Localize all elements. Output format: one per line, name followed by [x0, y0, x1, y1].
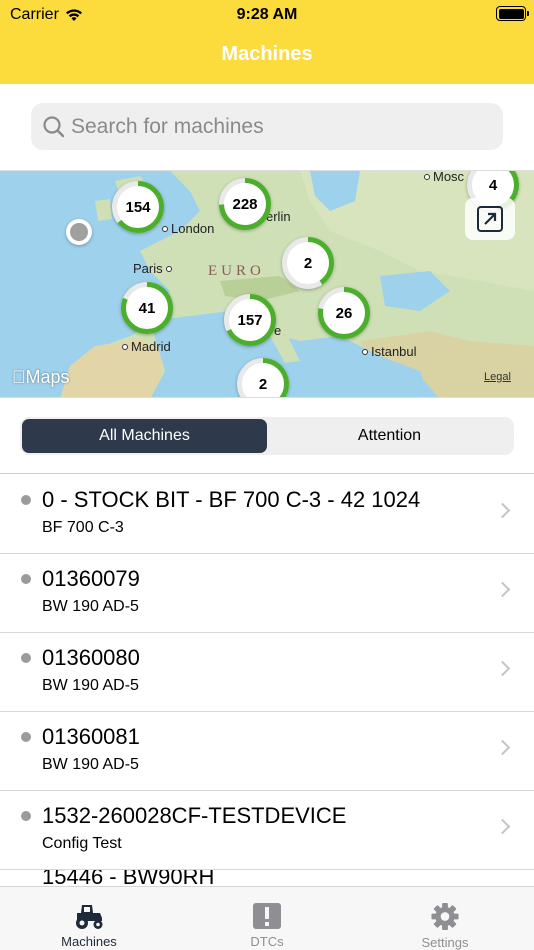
segment-attention[interactable]: Attention: [267, 419, 512, 453]
map-region-label: EURO: [208, 263, 265, 279]
city-london: London: [162, 221, 214, 236]
machine-model: BW 190 AD-5: [42, 756, 139, 773]
cluster-count: 157: [237, 311, 263, 329]
search-section: [0, 84, 534, 170]
apple-maps-logo: Maps: [12, 367, 70, 387]
search-icon: [43, 115, 65, 137]
status-bar: Carrier 9:28 AM: [0, 0, 534, 28]
machine-name: 01360080: [42, 645, 140, 670]
status-dot: [21, 574, 31, 584]
gear-icon: [431, 902, 459, 931]
tab-machines[interactable]: Machines: [0, 887, 178, 950]
segment-all-machines[interactable]: All Machines: [22, 419, 267, 453]
search-bar[interactable]: [31, 103, 503, 150]
machine-model: BF 700 C-3: [42, 519, 124, 536]
clock: 9:28 AM: [236, 6, 298, 23]
map-cluster[interactable]: 2: [237, 358, 289, 397]
tab-label: DTCs: [250, 934, 284, 949]
battery-icon: [496, 6, 529, 21]
machine-model: Config Test: [42, 835, 122, 852]
city-moscow: Mosc: [424, 171, 464, 184]
list-item[interactable]: 01360079 BW 190 AD-5: [0, 554, 534, 633]
status-dot: [21, 811, 31, 821]
cluster-count: 41: [138, 299, 156, 317]
status-dot: [21, 495, 31, 505]
tab-dtcs[interactable]: DTCs: [178, 887, 356, 950]
chevron-right-icon: [494, 739, 511, 756]
list-item[interactable]: 01360080 BW 190 AD-5: [0, 633, 534, 712]
city-paris: Paris: [133, 261, 172, 276]
alert-icon: [253, 903, 281, 929]
tab-label: Settings: [421, 935, 469, 950]
cluster-count: 154: [125, 198, 151, 216]
machine-model: BW 190 AD-5: [42, 598, 139, 615]
tractor-icon: [76, 905, 103, 929]
user-location-marker[interactable]: [66, 219, 92, 245]
chevron-right-icon: [494, 502, 511, 519]
machine-list: 0 - STOCK BIT - BF 700 C-3 - 42 1024 BF …: [0, 475, 534, 890]
cluster-count: 26: [335, 304, 353, 322]
list-item[interactable]: 0 - STOCK BIT - BF 700 C-3 - 42 1024 BF …: [0, 475, 534, 554]
map-cluster[interactable]: 26: [318, 287, 370, 339]
machine-name: 01360081: [42, 724, 140, 749]
map-cluster[interactable]: 228: [219, 178, 271, 230]
tab-settings[interactable]: Settings: [356, 887, 534, 950]
map-cluster[interactable]: 154: [112, 181, 164, 233]
list-item[interactable]: 1532-260028CF-TESTDEVICE Config Test: [0, 791, 534, 870]
cluster-count: 228: [232, 195, 258, 213]
machines-map[interactable]: EURO London Paris Madrid Istanbul Mosc e…: [0, 170, 534, 398]
tab-bar: Machines DTCs Settings: [0, 886, 534, 950]
segmented-control[interactable]: All Machines Attention: [20, 417, 514, 455]
search-input[interactable]: [71, 114, 471, 139]
chevron-right-icon: [494, 660, 511, 677]
map-cluster[interactable]: 2: [282, 237, 334, 289]
map-cluster[interactable]: 41: [121, 282, 173, 334]
machine-name: 01360079: [42, 566, 140, 591]
expand-map-button[interactable]: [465, 198, 515, 240]
status-dot: [21, 732, 31, 742]
nav-header: Carrier 9:28 AM Machines: [0, 0, 534, 84]
cluster-count: 2: [258, 375, 268, 393]
map-cluster[interactable]: 157: [224, 294, 276, 346]
machine-name: 1532-260028CF-TESTDEVICE: [42, 803, 347, 828]
filter-section: All Machines Attention: [0, 398, 534, 474]
city-madrid: Madrid: [122, 339, 171, 354]
cluster-count: 2: [303, 254, 313, 272]
page-title: Machines: [221, 43, 313, 65]
status-dot: [21, 653, 31, 663]
apple-icon: : [12, 367, 26, 387]
machine-model: BW 190 AD-5: [42, 677, 139, 694]
list-item[interactable]: 01360081 BW 190 AD-5: [0, 712, 534, 791]
machine-name: 0 - STOCK BIT - BF 700 C-3 - 42 1024: [42, 487, 421, 512]
chevron-right-icon: [494, 581, 511, 598]
city-istanbul: Istanbul: [362, 344, 417, 359]
legal-link[interactable]: Legal: [484, 371, 511, 383]
chevron-right-icon: [494, 818, 511, 835]
cluster-count: 4: [488, 176, 498, 194]
tab-label: Machines: [61, 934, 117, 949]
expand-arrow-icon: [477, 206, 503, 232]
